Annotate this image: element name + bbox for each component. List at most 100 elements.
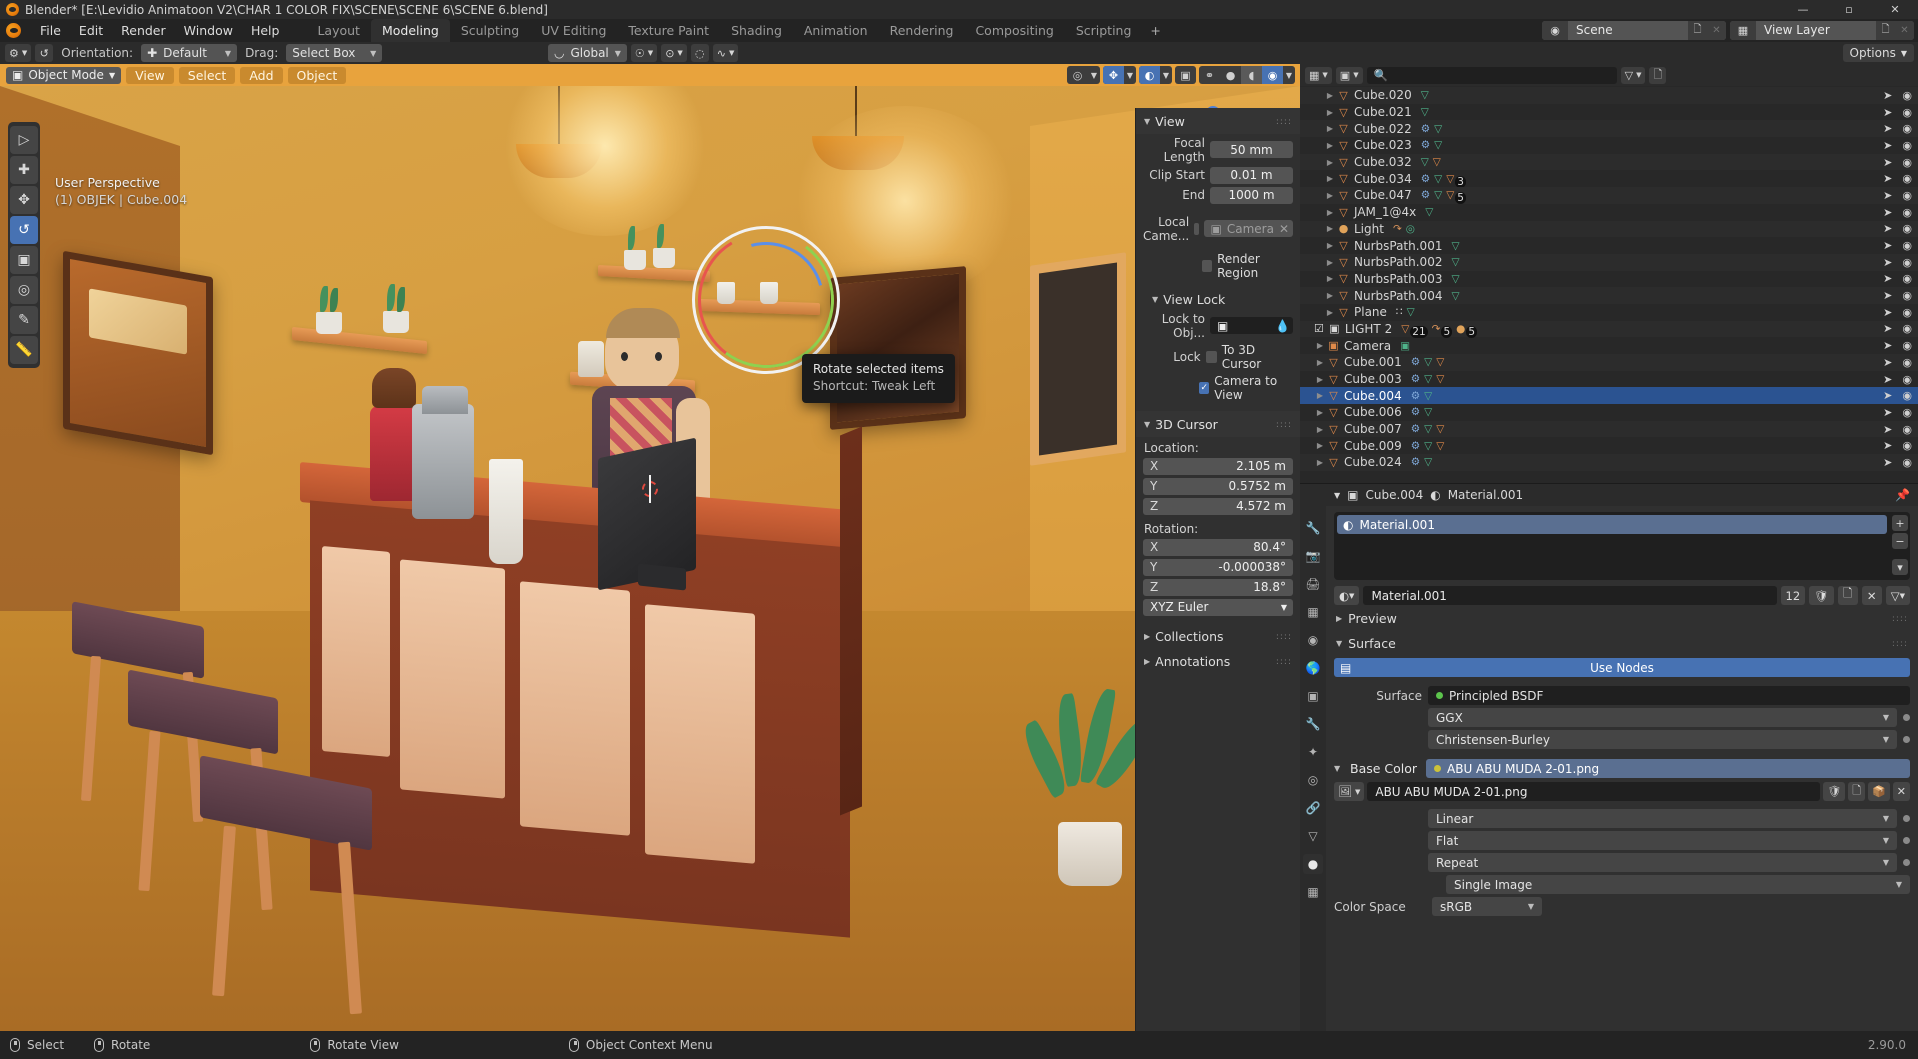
falloff-icon[interactable]: ∿ ▼ — [712, 44, 739, 62]
clear-camera-icon[interactable]: ✕ — [1279, 222, 1293, 236]
view-panel-header[interactable]: ▼ View :::: — [1136, 108, 1300, 134]
expand-arrow-icon[interactable]: ▶ — [1314, 341, 1326, 350]
outliner-item-label[interactable]: Camera — [1344, 339, 1391, 353]
material-slot-specials-button[interactable]: ▾ — [1892, 559, 1908, 575]
add-workspace-button[interactable]: + — [1142, 19, 1168, 42]
hide-in-viewport-eye-icon[interactable]: ◉ — [1902, 106, 1912, 119]
disable-selection-icon[interactable]: ➤ — [1883, 222, 1892, 235]
outliner-item-label[interactable]: LIGHT 2 — [1345, 322, 1392, 336]
add-material-slot-button[interactable]: + — [1892, 515, 1908, 531]
eyedropper-icon[interactable]: 💧 — [1275, 319, 1293, 333]
mesh-data-icon[interactable]: ▽ — [1421, 106, 1429, 118]
outliner-item-label[interactable]: Cube.009 — [1344, 439, 1402, 453]
3d-viewport[interactable]: User Perspective (1) OBJEK | Cube.004 Ro… — [0, 86, 1300, 1031]
cursor-loc-y-input[interactable]: Y 0.5752 m — [1143, 477, 1293, 495]
disable-selection-icon[interactable]: ➤ — [1883, 272, 1892, 285]
hide-in-viewport-eye-icon[interactable]: ◉ — [1902, 289, 1912, 302]
unlink-material-icon[interactable]: ✕ — [1861, 586, 1882, 605]
unlink-image-icon[interactable]: ✕ — [1892, 782, 1910, 801]
cursor-rot-z-input[interactable]: Z 18.8° — [1143, 578, 1293, 596]
drag-select[interactable]: Select Box ▼ — [286, 44, 383, 62]
tool-scale[interactable]: ▣ — [10, 246, 38, 274]
local-camera-checkbox[interactable] — [1194, 222, 1199, 235]
expand-arrow-icon[interactable]: ▶ — [1324, 191, 1336, 200]
expand-arrow-icon[interactable]: ▶ — [1314, 441, 1326, 450]
breadcrumb-object-name[interactable]: Cube.004 — [1366, 488, 1424, 502]
hide-in-viewport-eye-icon[interactable]: ◉ — [1902, 423, 1912, 436]
disable-selection-icon[interactable]: ➤ — [1883, 239, 1892, 252]
mesh-data-icon[interactable]: ▽ — [1424, 373, 1432, 385]
outliner-item-label[interactable]: Plane — [1354, 305, 1387, 319]
pin-icon[interactable]: 📌 — [1895, 488, 1910, 502]
proportional-edit-icon[interactable]: ◌ — [690, 44, 709, 62]
modifier-icon[interactable]: ⚙ — [1411, 440, 1420, 452]
outliner-row-cube-034[interactable]: ▶ ▽ Cube.034 ⚙ ▽ ▽ 3 ➤ ◉ — [1300, 170, 1918, 188]
outliner-item-label[interactable]: Cube.020 — [1354, 88, 1412, 102]
disable-selection-icon[interactable]: ➤ — [1883, 89, 1892, 102]
tab-render-properties[interactable]: 📷 — [1303, 546, 1323, 566]
scene-name-value[interactable]: Scene — [1568, 21, 1688, 40]
disable-selection-icon[interactable]: ➤ — [1883, 306, 1892, 319]
source-select[interactable]: Single Image ▼ — [1446, 875, 1910, 894]
expand-arrow-icon[interactable]: ▶ — [1314, 425, 1326, 434]
modifier-icon[interactable]: ⚙ — [1421, 173, 1430, 185]
outliner-item-label[interactable]: NurbsPath.003 — [1354, 272, 1442, 286]
outliner-row-cube-022[interactable]: ▶ ▽ Cube.022 ⚙ ▽ ➤ ◉ — [1300, 120, 1918, 138]
scene-selector[interactable]: ◉ Scene 🗋 ✕ — [1542, 21, 1726, 40]
tool-transform[interactable]: ◎ — [10, 276, 38, 304]
fake-user-shield-icon[interactable]: 🛡 — [1809, 586, 1834, 605]
outliner-item-label[interactable]: Cube.001 — [1344, 355, 1402, 369]
outliner-item-label[interactable]: Cube.047 — [1354, 188, 1412, 202]
animate-property-dot-icon[interactable] — [1903, 736, 1910, 743]
n-tab-tool[interactable]: Tool — [1135, 177, 1136, 215]
local-camera-field[interactable]: ▣ Camera ✕ — [1203, 220, 1293, 237]
chevron-down-icon[interactable]: ▼ — [1334, 491, 1340, 500]
expand-arrow-icon[interactable]: ▶ — [1324, 158, 1336, 167]
n-tab-item[interactable]: Item — [1135, 132, 1136, 174]
hide-in-viewport-eye-icon[interactable]: ◉ — [1902, 139, 1912, 152]
tab-output-properties[interactable]: 🖨 — [1303, 574, 1323, 594]
collection-enable-checkbox[interactable]: ☑ — [1314, 322, 1324, 335]
animate-property-dot-icon[interactable] — [1903, 859, 1910, 866]
n-tab-shortcut-wire[interactable]: Shortcut Wir — [1135, 264, 1136, 347]
expand-arrow-icon[interactable]: ▶ — [1324, 258, 1336, 267]
disable-selection-icon[interactable]: ➤ — [1883, 156, 1892, 169]
outliner-item-label[interactable]: Cube.034 — [1354, 172, 1412, 186]
mesh-data-icon[interactable]: ▽ — [1424, 440, 1432, 452]
disable-selection-icon[interactable]: ➤ — [1883, 106, 1892, 119]
mesh-data-icon[interactable]: ▽ — [1434, 139, 1442, 151]
expand-arrow-icon[interactable]: ▶ — [1324, 291, 1336, 300]
base-color-value-field[interactable]: ABU ABU MUDA 2-01.png — [1426, 759, 1910, 778]
minimize-button[interactable]: — — [1780, 0, 1826, 19]
tab-texture-properties[interactable]: ▦ — [1303, 882, 1323, 902]
modifier-icon[interactable]: ⚙ — [1411, 373, 1420, 385]
fake-user-shield-icon[interactable]: 🛡 — [1823, 782, 1846, 801]
animation-icon[interactable]: ↷ — [1393, 223, 1402, 235]
tool-move[interactable]: ✥ — [10, 186, 38, 214]
outliner-row-cube-009[interactable]: ▶ ▽ Cube.009 ⚙ ▽ ▽ ➤ ◉ — [1300, 437, 1918, 454]
disable-selection-icon[interactable]: ➤ — [1883, 122, 1892, 135]
mesh-data-icon[interactable]: ▽ — [1425, 206, 1433, 218]
tab-animation[interactable]: Animation — [793, 19, 879, 42]
hide-in-viewport-eye-icon[interactable]: ◉ — [1902, 356, 1912, 369]
modifier-icon[interactable]: ⚙ — [1421, 189, 1430, 201]
disable-selection-icon[interactable]: ➤ — [1883, 406, 1892, 419]
disable-selection-icon[interactable]: ➤ — [1883, 423, 1892, 436]
outliner-item-label[interactable]: Cube.023 — [1354, 138, 1412, 152]
expand-arrow-icon[interactable]: ▶ — [1324, 274, 1336, 283]
modifier-icon[interactable]: ⚙ — [1421, 123, 1430, 135]
modifier-icon[interactable]: ⚙ — [1411, 456, 1420, 468]
hide-in-viewport-eye-icon[interactable]: ◉ — [1902, 189, 1912, 202]
outliner-row-cube-023[interactable]: ▶ ▽ Cube.023 ⚙ ▽ ➤ ◉ — [1300, 137, 1918, 154]
outliner-item-label[interactable]: NurbsPath.002 — [1354, 255, 1442, 269]
material-slot-item[interactable]: ◐ Material.001 — [1337, 515, 1887, 534]
outliner-row-light-2[interactable]: ☑ ▣ LIGHT 2 ▽ 21 ↷ 5 ● 5 ➤ ◉ — [1300, 320, 1918, 338]
view-lock-header[interactable]: ▼ View Lock — [1136, 287, 1300, 310]
outliner-row-cube-032[interactable]: ▶ ▽ Cube.032 ▽ ▽ ➤ ◉ — [1300, 153, 1918, 171]
hide-in-viewport-eye-icon[interactable]: ◉ — [1902, 272, 1912, 285]
close-button[interactable]: ✕ — [1872, 0, 1918, 19]
toggle-xray-icon[interactable]: ▣ — [1175, 66, 1196, 84]
hide-in-viewport-eye-icon[interactable]: ◉ — [1902, 222, 1912, 235]
menu-render[interactable]: Render — [112, 20, 175, 41]
mesh-data-icon[interactable]: ▽ — [1451, 240, 1459, 252]
